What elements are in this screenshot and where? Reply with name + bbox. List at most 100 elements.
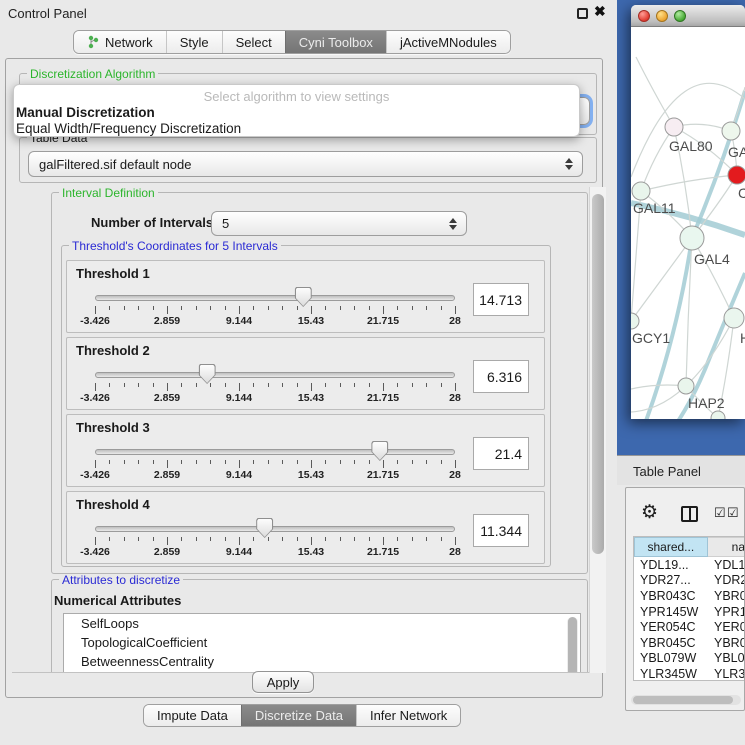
threshold-panel: Threshold 3-3.4262.8599.14415.4321.71528…: [66, 414, 545, 487]
table-cell[interactable]: YDL1: [708, 558, 745, 572]
network-edge[interactable]: [636, 57, 674, 127]
settings-scroll-area: Interval Definition Number of Intervals …: [12, 187, 589, 673]
table-cell[interactable]: YDL19...: [634, 558, 708, 572]
table-cell[interactable]: YER054C: [634, 620, 708, 634]
table-cell[interactable]: YER0: [708, 620, 745, 634]
num-intervals-value: 5: [222, 216, 229, 231]
network-window-titlebar[interactable]: [631, 5, 745, 27]
bottom-tab-bar: Impute DataDiscretize DataInfer Network: [143, 704, 461, 727]
column-header-name[interactable]: na: [708, 537, 745, 557]
network-node[interactable]: [724, 308, 744, 328]
table-panel-box: ⚙ ☑ ☑ shared... na YDL19...YDL1YDR27...Y…: [625, 487, 745, 711]
algorithm-placeholder-option[interactable]: Select algorithm to view settings: [14, 89, 579, 104]
network-node[interactable]: [631, 313, 639, 329]
threshold-slider-track[interactable]: [95, 526, 455, 532]
window-minimize-icon[interactable]: [656, 10, 668, 22]
threshold-slider-track[interactable]: [95, 372, 455, 378]
float-panel-icon[interactable]: [577, 8, 588, 19]
threshold-value-field[interactable]: 11.344: [473, 514, 529, 547]
network-node[interactable]: [680, 226, 704, 250]
gear-icon[interactable]: ⚙: [641, 501, 658, 524]
attributes-list-scrollbar[interactable]: [567, 617, 578, 673]
threshold-slider-thumb[interactable]: [371, 441, 388, 461]
tab-discretize-data[interactable]: Discretize Data: [241, 705, 356, 726]
network-node-label: GA: [728, 144, 745, 160]
node-attribute-table[interactable]: shared... na YDL19...YDL1YDR27...YDR2YBR…: [633, 536, 745, 681]
window-zoom-icon[interactable]: [674, 10, 686, 22]
network-node[interactable]: [711, 411, 725, 419]
table-row[interactable]: YPR145WYPR1: [634, 604, 745, 620]
numerical-attributes-list[interactable]: SelfLoopsTopologicalCoefficientBetweenne…: [63, 613, 581, 673]
network-edge[interactable]: [692, 238, 734, 318]
checkbox-icon[interactable]: ☑: [727, 505, 739, 521]
tab-jactivemnodules[interactable]: jActiveMNodules: [386, 31, 510, 53]
table-horizontal-scrollbar[interactable]: [631, 695, 741, 705]
table-cell[interactable]: YBR043C: [634, 589, 708, 603]
table-cell[interactable]: YLR345W: [634, 667, 708, 681]
settings-vertical-scrollbar[interactable]: [589, 187, 606, 673]
table-cell[interactable]: YLR3: [708, 667, 745, 681]
window-close-icon[interactable]: [638, 10, 650, 22]
table-cell[interactable]: YBR045C: [634, 636, 708, 650]
table-row[interactable]: YBL079WYBL0: [634, 651, 745, 667]
num-intervals-combobox[interactable]: 5: [211, 211, 467, 236]
table-cell[interactable]: YPR1: [708, 605, 745, 619]
checkbox-icon[interactable]: ☑: [714, 505, 726, 521]
table-data-combobox[interactable]: galFiltered.sif default node: [28, 151, 583, 177]
network-node-label: H: [740, 330, 745, 346]
algorithm-option-equal-width[interactable]: Equal Width/Frequency Discretization: [16, 121, 241, 136]
tab-impute-data[interactable]: Impute Data: [144, 705, 241, 726]
close-panel-icon[interactable]: ✖: [594, 3, 606, 20]
network-node[interactable]: [728, 166, 745, 184]
table-row[interactable]: YBR043CYBR0: [634, 588, 745, 604]
table-cell[interactable]: YBL079W: [634, 651, 708, 665]
table-row[interactable]: YDR27...YDR2: [634, 573, 745, 589]
table-cell[interactable]: YBR0: [708, 589, 745, 603]
column-header-shared-name[interactable]: shared...: [634, 537, 708, 557]
threshold-value-field[interactable]: 21.4: [473, 437, 529, 470]
panel-title: Control Panel: [8, 6, 87, 21]
apply-button[interactable]: Apply: [252, 671, 314, 693]
threshold-label: Threshold 4: [76, 497, 150, 512]
table-row[interactable]: YLR345WYLR3: [634, 666, 745, 681]
network-edge[interactable]: [631, 418, 718, 419]
table-row[interactable]: YER054CYER0: [634, 619, 745, 635]
threshold-label: Threshold 3: [76, 420, 150, 435]
network-node[interactable]: [665, 118, 683, 136]
table-cell[interactable]: YBL0: [708, 651, 745, 665]
threshold-value-field[interactable]: 14.713: [473, 283, 529, 316]
table-row[interactable]: YBR045CYBR0: [634, 635, 745, 651]
tab-network[interactable]: Network: [74, 31, 166, 53]
threshold-slider-thumb[interactable]: [199, 364, 216, 384]
table-cell[interactable]: YPR145W: [634, 605, 708, 619]
tab-infer-network[interactable]: Infer Network: [356, 705, 460, 726]
table-data-value: galFiltered.sif default node: [39, 157, 191, 172]
tab-cyni-toolbox[interactable]: Cyni Toolbox: [285, 31, 386, 53]
threshold-slider-thumb[interactable]: [256, 518, 273, 538]
table-cell[interactable]: YDR27...: [634, 573, 708, 587]
attribute-list-item[interactable]: TopologicalCoefficient: [64, 633, 580, 652]
threshold-slider-track[interactable]: [95, 449, 455, 455]
attribute-list-item[interactable]: BetweennessCentrality: [64, 652, 580, 671]
tab-style[interactable]: Style: [166, 31, 222, 53]
network-canvas[interactable]: GAL80GACGAL11GAL4GCY1HHAP2: [631, 27, 745, 419]
attribute-list-item[interactable]: SelfLoops: [64, 614, 580, 633]
algorithm-dropdown-popup: Select algorithm to view settings Manual…: [13, 84, 580, 137]
table-cell[interactable]: YDR2: [708, 573, 745, 587]
threshold-label: Threshold 2: [76, 343, 150, 358]
threshold-value-field[interactable]: 6.316: [473, 360, 529, 393]
network-icon: [87, 35, 100, 49]
network-node[interactable]: [678, 378, 694, 394]
network-edge[interactable]: [641, 175, 737, 191]
tab-select[interactable]: Select: [222, 31, 285, 53]
slider-ticks: [95, 383, 455, 392]
threshold-slider-thumb[interactable]: [295, 287, 312, 307]
network-edge[interactable]: [641, 127, 674, 191]
algorithm-option-manual[interactable]: Manual Discretization: [16, 105, 155, 120]
split-columns-icon[interactable]: [681, 506, 698, 522]
table-row[interactable]: YDL19...YDL1: [634, 557, 745, 573]
network-node[interactable]: [722, 122, 740, 140]
network-node[interactable]: [632, 182, 650, 200]
table-cell[interactable]: YBR0: [708, 636, 745, 650]
threshold-slider-track[interactable]: [95, 295, 455, 301]
